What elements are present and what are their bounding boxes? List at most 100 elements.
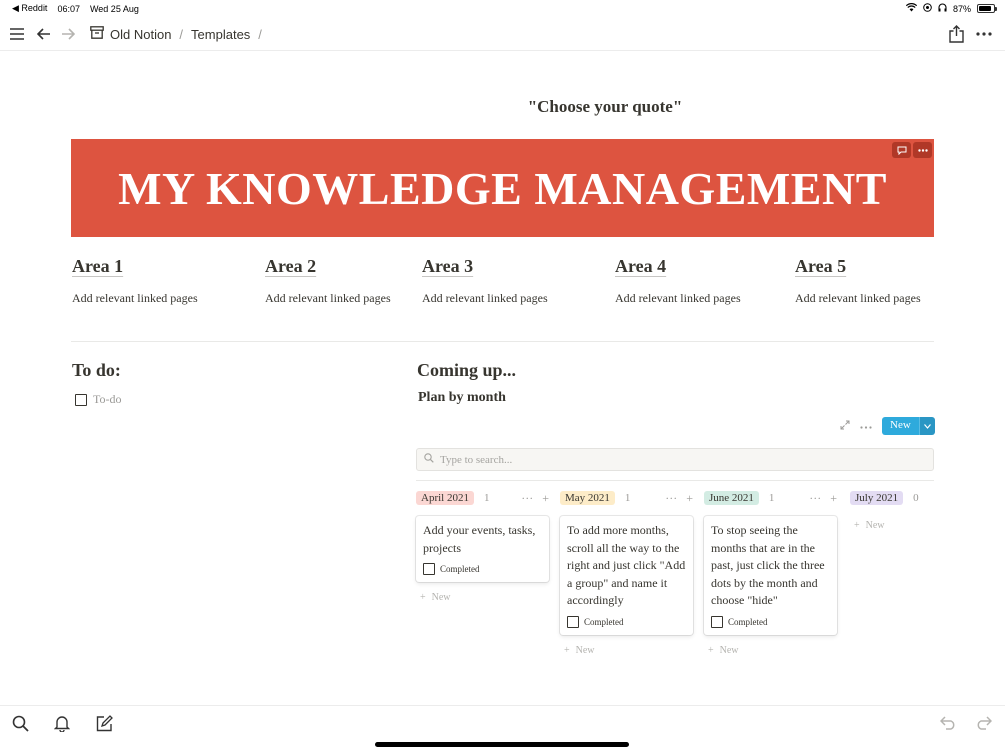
divider — [71, 341, 934, 342]
search-icon — [424, 453, 434, 466]
location-icon — [923, 3, 932, 14]
expand-icon[interactable] — [840, 420, 850, 433]
area-column: Area 5 Add relevant linked pages — [795, 256, 945, 307]
completed-label: Completed — [728, 616, 768, 627]
completed-checkbox[interactable] — [711, 615, 723, 628]
card-title: To stop seeing the months that are in th… — [711, 523, 825, 608]
plus-icon: + — [854, 520, 860, 531]
group-count: 1 — [624, 492, 631, 504]
card-property: Completed — [711, 615, 830, 628]
status-date: Wed 25 Aug — [89, 3, 139, 14]
battery-percent: 87% — [952, 3, 971, 14]
group-tag[interactable]: July 2021 — [850, 491, 904, 505]
add-card-label: New — [431, 592, 451, 604]
area-column: Area 1 Add relevant linked pages — [72, 256, 242, 307]
more-icon[interactable]: ··· — [521, 491, 533, 506]
area-column: Area 4 Add relevant linked pages — [615, 256, 785, 307]
completed-label: Completed — [440, 564, 480, 575]
more-icon[interactable] — [975, 25, 993, 43]
area-title[interactable]: Area 4 — [615, 256, 785, 277]
add-icon[interactable]: + — [830, 491, 837, 506]
breadcrumb: Old Notion / Templates / — [90, 26, 264, 42]
completed-checkbox[interactable] — [567, 615, 579, 628]
battery-icon — [977, 4, 997, 13]
board-card[interactable]: To add more months, scroll all the way t… — [560, 516, 693, 635]
area-description: Add relevant linked pages — [265, 291, 391, 305]
page-quote: "Choose your quote" — [527, 97, 683, 116]
completed-checkbox[interactable] — [423, 563, 435, 576]
column-header: June 2021 1 ··· + — [704, 490, 838, 506]
wifi-icon — [905, 3, 918, 14]
compose-icon[interactable] — [95, 714, 113, 732]
more-icon[interactable] — [913, 142, 932, 158]
board-card[interactable]: To stop seeing the months that are in th… — [704, 516, 837, 635]
board-search[interactable] — [416, 448, 934, 471]
area-column: Area 3 Add relevant linked pages — [422, 256, 592, 307]
board-toolbar: New — [840, 417, 935, 435]
status-bar: ◀ Reddit 06:07 Wed 25 Aug 87% — [0, 0, 1005, 17]
column-header: April 2021 1 ··· + — [416, 490, 550, 506]
comment-icon[interactable] — [892, 142, 911, 158]
more-icon[interactable] — [860, 420, 872, 432]
archive-icon — [90, 26, 104, 42]
plus-icon: + — [420, 592, 426, 604]
area-description: Add relevant linked pages — [72, 291, 198, 305]
more-icon[interactable]: ··· — [809, 491, 821, 506]
breadcrumb-item[interactable]: Old Notion — [110, 27, 171, 42]
board-column: May 2021 1 ··· + To add more months, scro… — [560, 490, 694, 656]
top-nav: Old Notion / Templates / — [0, 17, 1005, 51]
add-icon[interactable]: + — [686, 491, 693, 506]
chevron-down-icon[interactable] — [918, 417, 935, 435]
search-input[interactable] — [440, 453, 920, 466]
breadcrumb-separator: / — [179, 26, 184, 42]
plus-icon: + — [708, 644, 714, 656]
area-description: Add relevant linked pages — [795, 291, 921, 305]
area-title[interactable]: Area 5 — [795, 256, 945, 277]
board-divider — [416, 480, 934, 481]
board-card[interactable]: Add your events, tasks, projects Complet… — [416, 516, 549, 583]
group-tag[interactable]: May 2021 — [560, 491, 615, 505]
banner-tools — [892, 142, 932, 158]
new-button[interactable]: New — [882, 417, 935, 435]
bell-icon[interactable] — [53, 714, 71, 732]
share-icon[interactable] — [947, 25, 965, 43]
board-column: April 2021 1 ··· + Add your events, tasks… — [416, 490, 550, 603]
add-card-button[interactable]: + New — [854, 520, 934, 531]
more-icon[interactable]: ··· — [665, 491, 677, 506]
add-card-label: New — [719, 644, 739, 656]
area-column: Area 2 Add relevant linked pages — [265, 256, 405, 307]
column-header: July 2021 0 — [850, 490, 934, 506]
area-title[interactable]: Area 2 — [265, 256, 405, 277]
forward-arrow-icon[interactable] — [59, 25, 77, 43]
todo-placeholder[interactable]: To-do — [93, 392, 122, 407]
board-column: June 2021 1 ··· + To stop seeing the mont… — [704, 490, 838, 656]
area-description: Add relevant linked pages — [422, 291, 548, 305]
todo-checkbox[interactable] — [75, 393, 87, 406]
todo-heading: To do: — [72, 360, 121, 380]
menu-icon[interactable] — [8, 25, 26, 43]
headphones-icon — [938, 3, 947, 14]
coming-up-heading: Coming up... — [417, 360, 517, 380]
add-card-button[interactable]: + New — [420, 592, 550, 603]
add-card-button[interactable]: + New — [708, 645, 838, 656]
board-column: July 2021 0 + New — [850, 490, 934, 531]
breadcrumb-separator: / — [258, 26, 262, 42]
undo-icon[interactable] — [939, 714, 957, 732]
breadcrumb-item[interactable]: Templates — [191, 27, 250, 42]
area-title[interactable]: Area 3 — [422, 256, 592, 277]
back-arrow-icon[interactable] — [35, 25, 53, 43]
back-to-app-link[interactable]: ◀ Reddit — [12, 3, 47, 14]
redo-icon[interactable] — [974, 714, 992, 732]
add-icon[interactable]: + — [542, 491, 549, 506]
group-tag[interactable]: April 2021 — [416, 491, 474, 505]
add-card-label: New — [865, 520, 885, 531]
card-title: To add more months, scroll all the way t… — [567, 523, 686, 608]
group-tag[interactable]: June 2021 — [704, 491, 759, 505]
area-title[interactable]: Area 1 — [72, 256, 242, 277]
column-header: May 2021 1 ··· + — [560, 490, 694, 506]
add-card-button[interactable]: + New — [564, 645, 694, 656]
search-icon[interactable] — [11, 714, 29, 732]
todo-item[interactable]: To-do — [75, 392, 122, 407]
new-button-label[interactable]: New — [882, 417, 919, 435]
add-card-label: New — [575, 644, 595, 656]
